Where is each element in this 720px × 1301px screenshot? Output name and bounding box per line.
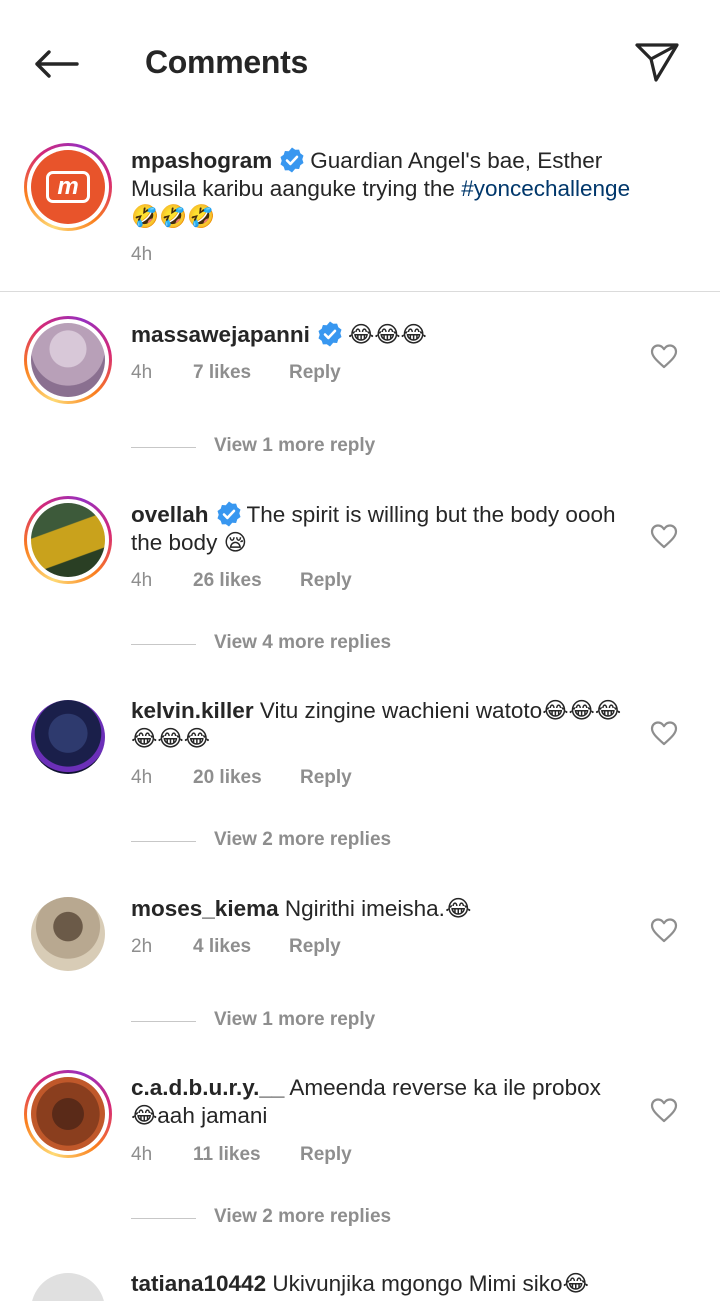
comment-username[interactable]: c.a.d.b.u.r.y.__	[131, 1075, 284, 1100]
reply-line	[131, 1218, 196, 1219]
comment-username[interactable]: kelvin.killer	[131, 698, 254, 723]
comment-text: ovellah The spirit is willing but the bod…	[131, 500, 631, 557]
reply-button[interactable]: Reply	[289, 936, 341, 958]
caption-username[interactable]: mpashogram	[131, 148, 272, 173]
mpasho-logo: m	[46, 171, 90, 203]
comment-time: 2h	[131, 936, 153, 957]
comment-time: 4h	[131, 1144, 153, 1165]
comment-body: Ngirithi imeisha.	[284, 896, 445, 921]
heart-icon[interactable]	[650, 720, 678, 746]
post-caption: m mpashogram Guardian Angel's bae, Esther…	[0, 140, 720, 292]
comment-time: 4h	[131, 570, 153, 591]
reply-button[interactable]: Reply	[300, 1144, 352, 1166]
view-more-replies[interactable]: View 2 more replies	[131, 1206, 531, 1230]
view-more-replies[interactable]: View 1 more reply	[131, 435, 531, 459]
heart-icon[interactable]	[650, 523, 678, 549]
page-title: Comments	[145, 44, 308, 80]
comment-text: kelvin.killer Vitu zingine wachieni wato…	[131, 697, 631, 753]
comment-text: moses_kiema Ngirithi imeisha.😂	[131, 895, 631, 923]
comment-username[interactable]: ovellah	[131, 502, 209, 527]
likes-count[interactable]: 11 likes	[193, 1144, 261, 1166]
share-button[interactable]	[630, 38, 684, 86]
avatar[interactable]	[31, 1273, 105, 1301]
caption-text: mpashogram Guardian Angel's bae, Esther M…	[131, 146, 631, 231]
avatar[interactable]	[24, 1070, 112, 1158]
comment-body: Ukivunjika mgongo Mimi siko	[272, 1271, 563, 1296]
caption-divider	[0, 291, 720, 292]
view-more-replies[interactable]: View 2 more replies	[131, 829, 531, 853]
back-button[interactable]	[30, 40, 82, 88]
comment-time: 4h	[131, 767, 153, 788]
avatar[interactable]	[24, 316, 112, 404]
reply-button[interactable]: Reply	[300, 570, 352, 592]
comment-username[interactable]: moses_kiema	[131, 896, 279, 921]
top-bar: Comments	[0, 0, 720, 126]
comment-body: Vitu zingine wachieni watoto	[259, 698, 543, 723]
reply-line	[131, 1021, 196, 1022]
heart-icon[interactable]	[650, 917, 678, 943]
comment-text: c.a.d.b.u.r.y.__ Ameenda reverse ka ile …	[131, 1074, 631, 1130]
likes-count[interactable]: 26 likes	[193, 570, 262, 592]
comment-emojis: 😂	[562, 1271, 589, 1296]
arrow-left-icon	[35, 50, 79, 78]
reply-line	[131, 447, 196, 448]
avatar[interactable]	[31, 700, 105, 774]
hashtag-link[interactable]: #yoncechallenge	[461, 176, 630, 201]
reply-line	[131, 644, 196, 645]
verified-badge-icon	[318, 321, 342, 347]
likes-count[interactable]: 7 likes	[193, 362, 251, 384]
avatar[interactable]	[24, 496, 112, 584]
comment-body-end: aah jamani	[157, 1103, 268, 1128]
comment-emojis: 😪	[223, 530, 248, 555]
comment-text: tatiana10442 Ukivunjika mgongo Mimi siko…	[131, 1270, 631, 1301]
verified-badge-icon	[280, 147, 304, 173]
comment-username[interactable]: tatiana10442	[131, 1271, 266, 1296]
avatar[interactable]	[31, 897, 105, 971]
comment-username[interactable]: massawejapanni	[131, 322, 310, 347]
likes-count[interactable]: 20 likes	[193, 767, 262, 789]
reply-button[interactable]: Reply	[300, 767, 352, 789]
view-more-replies[interactable]: View 4 more replies	[131, 632, 531, 656]
heart-icon[interactable]	[650, 1097, 678, 1123]
reply-line	[131, 841, 196, 842]
comment-emojis: 😂	[131, 1103, 158, 1128]
avatar[interactable]: m	[24, 143, 112, 231]
caption-emojis: 🤣🤣🤣	[131, 204, 216, 229]
comment-emojis: 😂	[444, 896, 472, 921]
comment-time: 4h	[131, 362, 153, 383]
paper-plane-icon	[635, 43, 679, 82]
comment-text: massawejapanni 😂😂😂	[131, 320, 631, 349]
likes-count[interactable]: 4 likes	[193, 936, 251, 958]
comment-emojis: 😂😂😂	[347, 322, 427, 347]
reply-button[interactable]: Reply	[289, 362, 341, 384]
verified-badge-icon	[217, 501, 241, 527]
comment-body: Ameenda reverse ka ile probox	[289, 1075, 601, 1100]
heart-icon[interactable]	[650, 343, 678, 369]
view-more-replies[interactable]: View 1 more reply	[131, 1009, 531, 1033]
